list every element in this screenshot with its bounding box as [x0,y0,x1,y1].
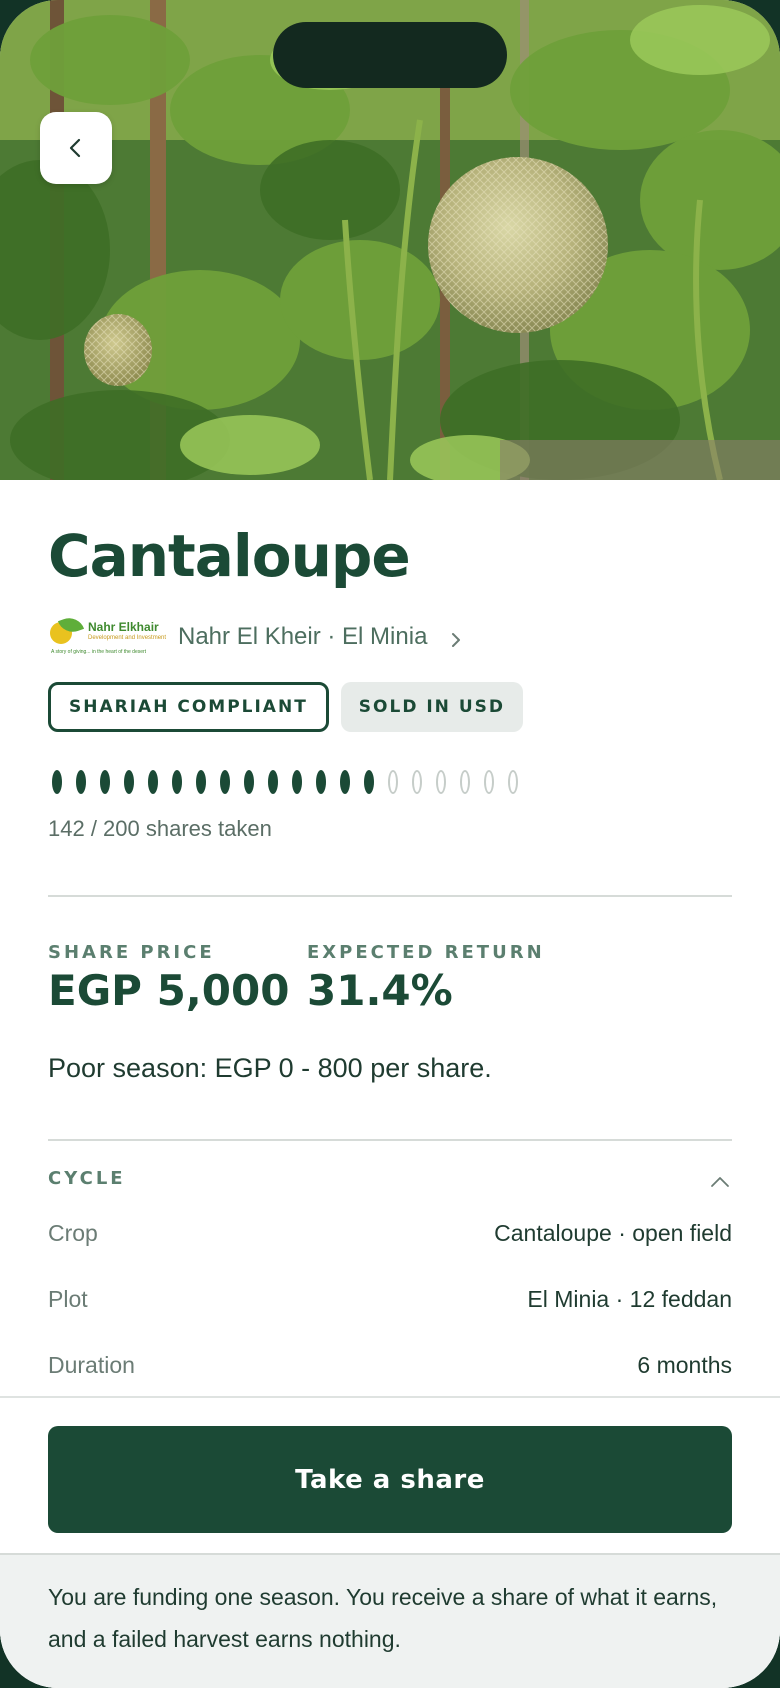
cycle-row-key: Duration [48,1352,135,1378]
logo-motto: A story of giving... in the heart of the… [51,649,147,655]
seller-logo: Nahr Elkhair Development and Investment … [48,612,166,662]
cycle-row-value: El Minia · 12 feddan [527,1286,732,1312]
chevron-right-icon [452,633,461,647]
chevron-left-icon [69,138,81,158]
badge-row: SHARIAH COMPLIANT SOLD IN USD [48,682,523,732]
product-screen: Cantaloupe Nahr Elkhair Development and … [0,0,780,1688]
cycle-row-crop: Crop Cantaloupe · open field [48,1220,732,1254]
pip-filled [124,770,134,794]
pip-filled [100,770,110,794]
pip-filled [244,770,254,794]
pip-empty [484,770,494,794]
divider [48,895,732,897]
seller-link[interactable]: Nahr Elkhair Development and Investment … [48,612,732,662]
cycle-row-key: Plot [48,1286,88,1312]
cycle-row-plot: Plot El Minia · 12 feddan [48,1286,732,1320]
product-title: Cantaloupe [48,522,411,590]
device-notch [273,22,507,88]
take-share-button[interactable]: Take a share [48,1426,732,1533]
shares-taken-text: 142 / 200 shares taken [48,816,272,841]
pip-empty [460,770,470,794]
pip-empty [412,770,422,794]
usd-badge: SOLD IN USD [340,682,523,732]
pip-filled [196,770,206,794]
share-price-value: EGP 5,000 [48,966,290,1015]
logo-name: Nahr Elkhair [88,620,159,634]
shariah-badge: SHARIAH COMPLIANT [48,682,329,732]
pip-empty [508,770,518,794]
pip-filled [148,770,158,794]
funding-note: You are funding one season. You receive … [48,1584,718,1652]
expected-return-value: 31.4% [307,966,453,1015]
pip-filled [292,770,302,794]
pip-filled [172,770,182,794]
seller-name: Nahr El Kheir · El Minia [178,623,428,650]
cycle-header[interactable]: CYCLE [48,1166,732,1196]
poor-season-text: Poor season: EGP 0 - 800 per share. [48,1053,492,1083]
pip-filled [364,770,374,794]
pip-empty [388,770,398,794]
pip-filled [76,770,86,794]
back-button[interactable] [40,112,112,184]
share-price-label: SHARE PRICE [48,942,215,963]
cycle-row-value: Cantaloupe · open field [494,1220,732,1246]
pip-filled [316,770,326,794]
cycle-row-value: 6 months [637,1352,732,1378]
expected-return-label: EXPECTED RETURN [307,942,545,963]
pip-filled [52,770,62,794]
chevron-up-icon[interactable] [708,1170,732,1194]
pip-filled [220,770,230,794]
share-progress [52,770,518,794]
pip-filled [268,770,278,794]
pip-empty [436,770,446,794]
divider [48,1139,732,1141]
cycle-title: CYCLE [48,1168,126,1189]
cycle-row-key: Crop [48,1220,98,1246]
cycle-row-duration: Duration 6 months [48,1352,732,1386]
logo-tagline: Development and Investment [88,635,167,641]
pip-filled [340,770,350,794]
